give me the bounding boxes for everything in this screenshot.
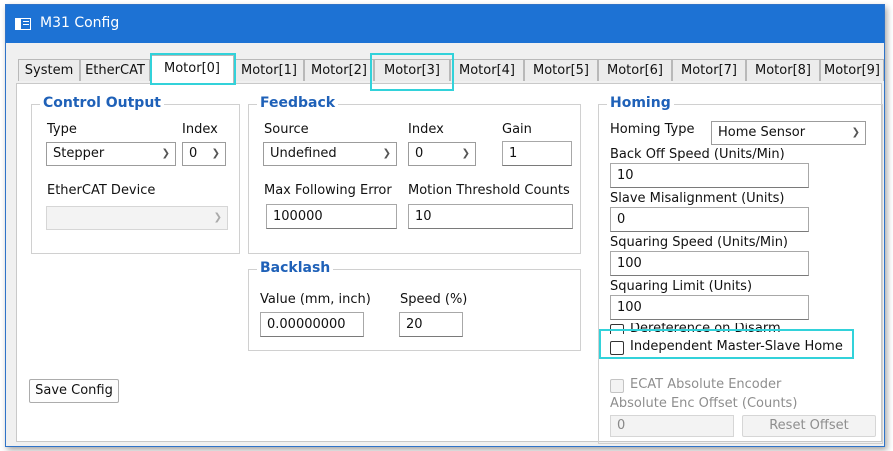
ethercat-device-select[interactable]: ❯ <box>46 206 228 230</box>
output-type-value: Stepper <box>53 146 105 161</box>
chevron-down-icon: ❯ <box>461 148 470 159</box>
config-window: M31 Config System EtherCAT Motor[0] Moto… <box>5 4 885 447</box>
app-window-icon <box>15 18 31 30</box>
tab-motor-0[interactable]: Motor[0] <box>150 55 234 84</box>
source-label: Source <box>264 122 309 137</box>
feedback-index-label: Index <box>408 122 444 137</box>
homing-type-value: Home Sensor <box>718 125 806 140</box>
chevron-down-icon: ❯ <box>213 212 222 223</box>
back-off-speed-label: Back Off Speed (Units/Min) <box>610 147 785 162</box>
feedback-index-value: 0 <box>415 146 424 161</box>
squaring-limit-input[interactable]: 100 <box>610 295 809 320</box>
slave-misalignment-label: Slave Misalignment (Units) <box>610 191 785 206</box>
tab-motor-1[interactable]: Motor[1] <box>234 59 304 81</box>
tab-motor-3[interactable]: Motor[3] <box>374 59 450 81</box>
tab-motor-6[interactable]: Motor[6] <box>598 59 672 81</box>
tab-motor-5[interactable]: Motor[5] <box>524 59 598 81</box>
save-config-button[interactable]: Save Config <box>29 379 119 403</box>
motion-threshold-counts-input[interactable]: 10 <box>408 204 573 229</box>
tab-strip: System EtherCAT Motor[0] Motor[1] Motor[… <box>6 55 884 84</box>
homing-title: Homing <box>607 95 674 111</box>
tab-ethercat[interactable]: EtherCAT <box>80 59 150 81</box>
backlash-value-input[interactable]: 0.00000000 <box>260 312 364 337</box>
backlash-speed-label: Speed (%) <box>400 292 468 307</box>
chevron-down-icon: ❯ <box>161 148 170 159</box>
feedback-group: Feedback Source Index Gain Undefined ❯ 0… <box>248 95 581 254</box>
title-bar: M31 Config <box>6 5 884 43</box>
feedback-source-value: Undefined <box>270 146 337 161</box>
tab-motor-8[interactable]: Motor[8] <box>746 59 820 81</box>
chevron-down-icon: ❯ <box>211 148 220 159</box>
reset-offset-button[interactable]: Reset Offset <box>742 415 876 437</box>
output-index-label: Index <box>182 122 218 137</box>
tab-motor-9[interactable]: Motor[9] <box>820 59 884 81</box>
chevron-down-icon: ❯ <box>851 127 860 138</box>
backlash-group: Backlash Value (mm, inch) Speed (%) 0.00… <box>248 260 581 351</box>
chevron-down-icon: ❯ <box>382 148 391 159</box>
gain-label: Gain <box>502 122 532 137</box>
tab-motor-4[interactable]: Motor[4] <box>450 59 524 81</box>
window-title: M31 Config <box>40 15 120 31</box>
max-following-error-input[interactable]: 100000 <box>266 204 397 229</box>
independent-master-slave-checkbox[interactable] <box>610 341 624 355</box>
feedback-source-select[interactable]: Undefined ❯ <box>263 142 397 166</box>
motor-settings-panel: Control Output Type Index Stepper ❯ 0 ❯ … <box>16 83 883 444</box>
homing-type-select[interactable]: Home Sensor ❯ <box>711 121 866 145</box>
ecat-absolute-encoder-label: ECAT Absolute Encoder <box>630 377 782 392</box>
output-index-value: 0 <box>189 146 198 161</box>
feedback-index-select[interactable]: 0 ❯ <box>408 142 476 166</box>
motion-threshold-counts-label: Motion Threshold Counts <box>408 183 570 198</box>
output-type-select[interactable]: Stepper ❯ <box>46 142 176 166</box>
back-off-speed-input[interactable]: 10 <box>610 163 809 188</box>
absolute-enc-offset-input[interactable]: 0 <box>610 415 734 437</box>
tab-system[interactable]: System <box>18 59 80 81</box>
dereference-checkbox[interactable] <box>610 324 624 334</box>
output-index-select[interactable]: 0 ❯ <box>182 142 226 166</box>
independent-master-slave-label: Independent Master-Slave Home <box>630 339 843 354</box>
squaring-limit-label: Squaring Limit (Units) <box>610 279 753 294</box>
dereference-label: Dereference on Disarm <box>630 323 781 334</box>
squaring-speed-label: Squaring Speed (Units/Min) <box>610 235 789 250</box>
control-output-title: Control Output <box>40 95 164 111</box>
slave-misalignment-input[interactable]: 0 <box>610 207 809 232</box>
dereference-row: Dereference on Disarm <box>610 323 870 334</box>
homing-type-label: Homing Type <box>610 122 695 137</box>
backlash-value-label: Value (mm, inch) <box>260 292 371 307</box>
ethercat-device-label: EtherCAT Device <box>47 183 156 198</box>
backlash-speed-input[interactable]: 20 <box>399 312 463 337</box>
max-following-error-label: Max Following Error <box>264 183 392 198</box>
tab-motor-7[interactable]: Motor[7] <box>672 59 746 81</box>
ecat-absolute-encoder-checkbox[interactable] <box>610 379 624 393</box>
homing-group: Homing Homing Type Home Sensor ❯ Back Of… <box>598 95 883 444</box>
backlash-title: Backlash <box>257 260 334 276</box>
gain-input[interactable]: 1 <box>502 141 572 166</box>
absolute-enc-offset-label: Absolute Enc Offset (Counts) <box>610 396 798 411</box>
squaring-speed-input[interactable]: 100 <box>610 251 809 276</box>
type-label: Type <box>47 122 77 137</box>
tab-motor-2[interactable]: Motor[2] <box>304 59 374 81</box>
feedback-title: Feedback <box>257 95 339 111</box>
control-output-group: Control Output Type Index Stepper ❯ 0 ❯ … <box>31 95 240 254</box>
